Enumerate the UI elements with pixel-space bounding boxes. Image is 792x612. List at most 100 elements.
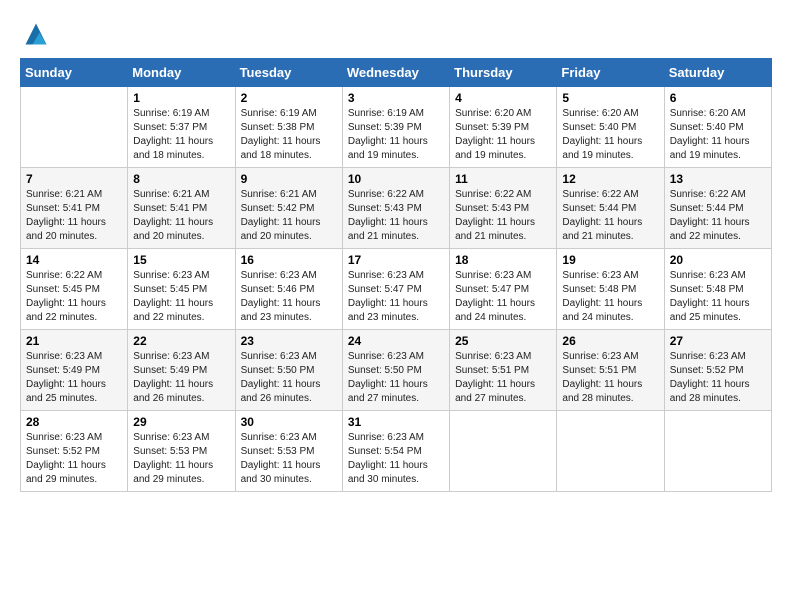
- day-number: 25: [455, 334, 551, 348]
- calendar-cell: 19Sunrise: 6:23 AMSunset: 5:48 PMDayligh…: [557, 249, 664, 330]
- calendar-cell: 6Sunrise: 6:20 AMSunset: 5:40 PMDaylight…: [664, 87, 771, 168]
- day-info: Sunrise: 6:21 AMSunset: 5:42 PMDaylight:…: [241, 188, 337, 244]
- day-number: 16: [241, 253, 337, 267]
- logo-icon: [22, 20, 50, 48]
- day-number: 4: [455, 91, 551, 105]
- day-info: Sunrise: 6:23 AMSunset: 5:52 PMDaylight:…: [26, 431, 122, 487]
- calendar-week-row: 7 Sunrise: 6:21 AMSunset: 5:41 PMDaylight…: [21, 168, 772, 249]
- page-header: [20, 20, 772, 48]
- calendar-cell: 10Sunrise: 6:22 AMSunset: 5:43 PMDayligh…: [342, 168, 449, 249]
- calendar-cell: 24 Sunrise: 6:23 AMSunset: 5:50 PMDayligh…: [342, 330, 449, 411]
- day-number: 30: [241, 415, 337, 429]
- calendar-cell: 8 Sunrise: 6:21 AMSunset: 5:41 PMDaylight…: [128, 168, 235, 249]
- calendar-cell: 7 Sunrise: 6:21 AMSunset: 5:41 PMDaylight…: [21, 168, 128, 249]
- calendar-week-row: 14 Sunrise: 6:22 AMSunset: 5:45 PMDayligh…: [21, 249, 772, 330]
- day-number: 2: [241, 91, 337, 105]
- calendar-cell: 9 Sunrise: 6:21 AMSunset: 5:42 PMDaylight…: [235, 168, 342, 249]
- calendar-day-header: Thursday: [450, 59, 557, 87]
- calendar-cell: 2 Sunrise: 6:19 AMSunset: 5:38 PMDaylight…: [235, 87, 342, 168]
- logo: [20, 20, 50, 48]
- day-number: 12: [562, 172, 658, 186]
- calendar-week-row: 1Sunrise: 6:19 AMSunset: 5:37 PMDaylight…: [21, 87, 772, 168]
- day-info: Sunrise: 6:23 AMSunset: 5:50 PMDaylight:…: [348, 350, 444, 406]
- calendar-cell: 11Sunrise: 6:22 AMSunset: 5:43 PMDayligh…: [450, 168, 557, 249]
- calendar-cell: 5Sunrise: 6:20 AMSunset: 5:40 PMDaylight…: [557, 87, 664, 168]
- calendar-cell: 27 Sunrise: 6:23 AMSunset: 5:52 PMDayligh…: [664, 330, 771, 411]
- calendar-week-row: 28 Sunrise: 6:23 AMSunset: 5:52 PMDayligh…: [21, 411, 772, 492]
- day-number: 3: [348, 91, 444, 105]
- day-number: 14: [26, 253, 122, 267]
- calendar-cell: 17 Sunrise: 6:23 AMSunset: 5:47 PMDayligh…: [342, 249, 449, 330]
- day-info: Sunrise: 6:23 AMSunset: 5:54 PMDaylight:…: [348, 431, 444, 487]
- day-info: Sunrise: 6:22 AMSunset: 5:45 PMDaylight:…: [26, 269, 122, 325]
- day-number: 29: [133, 415, 229, 429]
- calendar-day-header: Monday: [128, 59, 235, 87]
- day-info: Sunrise: 6:23 AMSunset: 5:49 PMDaylight:…: [133, 350, 229, 406]
- calendar-cell: 12 Sunrise: 6:22 AMSunset: 5:44 PMDayligh…: [557, 168, 664, 249]
- day-info: Sunrise: 6:23 AMSunset: 5:52 PMDaylight:…: [670, 350, 766, 406]
- day-info: Sunrise: 6:23 AMSunset: 5:46 PMDaylight:…: [241, 269, 337, 325]
- calendar-cell: [21, 87, 128, 168]
- calendar-header-row: SundayMondayTuesdayWednesdayThursdayFrid…: [21, 59, 772, 87]
- calendar-cell: 31 Sunrise: 6:23 AMSunset: 5:54 PMDayligh…: [342, 411, 449, 492]
- day-info: Sunrise: 6:23 AMSunset: 5:47 PMDaylight:…: [348, 269, 444, 325]
- day-info: Sunrise: 6:21 AMSunset: 5:41 PMDaylight:…: [26, 188, 122, 244]
- day-number: 22: [133, 334, 229, 348]
- day-number: 13: [670, 172, 766, 186]
- calendar-cell: 25 Sunrise: 6:23 AMSunset: 5:51 PMDayligh…: [450, 330, 557, 411]
- calendar-week-row: 21 Sunrise: 6:23 AMSunset: 5:49 PMDayligh…: [21, 330, 772, 411]
- day-info: Sunrise: 6:23 AMSunset: 5:48 PMDaylight:…: [670, 269, 766, 325]
- day-number: 8: [133, 172, 229, 186]
- day-info: Sunrise: 6:21 AMSunset: 5:41 PMDaylight:…: [133, 188, 229, 244]
- day-info: Sunrise: 6:23 AMSunset: 5:49 PMDaylight:…: [26, 350, 122, 406]
- day-number: 26: [562, 334, 658, 348]
- calendar-cell: [450, 411, 557, 492]
- day-info: Sunrise: 6:23 AMSunset: 5:51 PMDaylight:…: [455, 350, 551, 406]
- day-number: 7: [26, 172, 122, 186]
- day-number: 24: [348, 334, 444, 348]
- calendar-cell: 16 Sunrise: 6:23 AMSunset: 5:46 PMDayligh…: [235, 249, 342, 330]
- day-number: 28: [26, 415, 122, 429]
- calendar-cell: 13 Sunrise: 6:22 AMSunset: 5:44 PMDayligh…: [664, 168, 771, 249]
- day-info: Sunrise: 6:23 AMSunset: 5:50 PMDaylight:…: [241, 350, 337, 406]
- day-info: Sunrise: 6:22 AMSunset: 5:44 PMDaylight:…: [562, 188, 658, 244]
- day-info: Sunrise: 6:19 AMSunset: 5:39 PMDaylight:…: [348, 107, 444, 163]
- day-number: 15: [133, 253, 229, 267]
- day-number: 5: [562, 91, 658, 105]
- day-number: 10: [348, 172, 444, 186]
- calendar-cell: 28 Sunrise: 6:23 AMSunset: 5:52 PMDayligh…: [21, 411, 128, 492]
- day-info: Sunrise: 6:22 AMSunset: 5:44 PMDaylight:…: [670, 188, 766, 244]
- day-info: Sunrise: 6:19 AMSunset: 5:37 PMDaylight:…: [133, 107, 229, 163]
- day-number: 23: [241, 334, 337, 348]
- calendar-cell: 21 Sunrise: 6:23 AMSunset: 5:49 PMDayligh…: [21, 330, 128, 411]
- day-number: 9: [241, 172, 337, 186]
- day-number: 21: [26, 334, 122, 348]
- day-number: 17: [348, 253, 444, 267]
- calendar-cell: 20 Sunrise: 6:23 AMSunset: 5:48 PMDayligh…: [664, 249, 771, 330]
- calendar-cell: 3 Sunrise: 6:19 AMSunset: 5:39 PMDaylight…: [342, 87, 449, 168]
- day-info: Sunrise: 6:23 AMSunset: 5:53 PMDaylight:…: [133, 431, 229, 487]
- calendar-day-header: Saturday: [664, 59, 771, 87]
- calendar-day-header: Friday: [557, 59, 664, 87]
- day-number: 6: [670, 91, 766, 105]
- day-info: Sunrise: 6:23 AMSunset: 5:47 PMDaylight:…: [455, 269, 551, 325]
- calendar-cell: 1Sunrise: 6:19 AMSunset: 5:37 PMDaylight…: [128, 87, 235, 168]
- day-number: 20: [670, 253, 766, 267]
- calendar-cell: 18 Sunrise: 6:23 AMSunset: 5:47 PMDayligh…: [450, 249, 557, 330]
- calendar-cell: 23 Sunrise: 6:23 AMSunset: 5:50 PMDayligh…: [235, 330, 342, 411]
- day-number: 18: [455, 253, 551, 267]
- day-info: Sunrise: 6:20 AMSunset: 5:39 PMDaylight:…: [455, 107, 551, 163]
- calendar-cell: [557, 411, 664, 492]
- day-info: Sunrise: 6:23 AMSunset: 5:48 PMDaylight:…: [562, 269, 658, 325]
- calendar-cell: 4 Sunrise: 6:20 AMSunset: 5:39 PMDaylight…: [450, 87, 557, 168]
- day-info: Sunrise: 6:23 AMSunset: 5:45 PMDaylight:…: [133, 269, 229, 325]
- day-info: Sunrise: 6:19 AMSunset: 5:38 PMDaylight:…: [241, 107, 337, 163]
- calendar-cell: 29 Sunrise: 6:23 AMSunset: 5:53 PMDayligh…: [128, 411, 235, 492]
- day-number: 27: [670, 334, 766, 348]
- calendar-cell: 26Sunrise: 6:23 AMSunset: 5:51 PMDayligh…: [557, 330, 664, 411]
- calendar-cell: [664, 411, 771, 492]
- calendar-day-header: Sunday: [21, 59, 128, 87]
- day-number: 31: [348, 415, 444, 429]
- calendar-cell: 22 Sunrise: 6:23 AMSunset: 5:49 PMDayligh…: [128, 330, 235, 411]
- day-number: 11: [455, 172, 551, 186]
